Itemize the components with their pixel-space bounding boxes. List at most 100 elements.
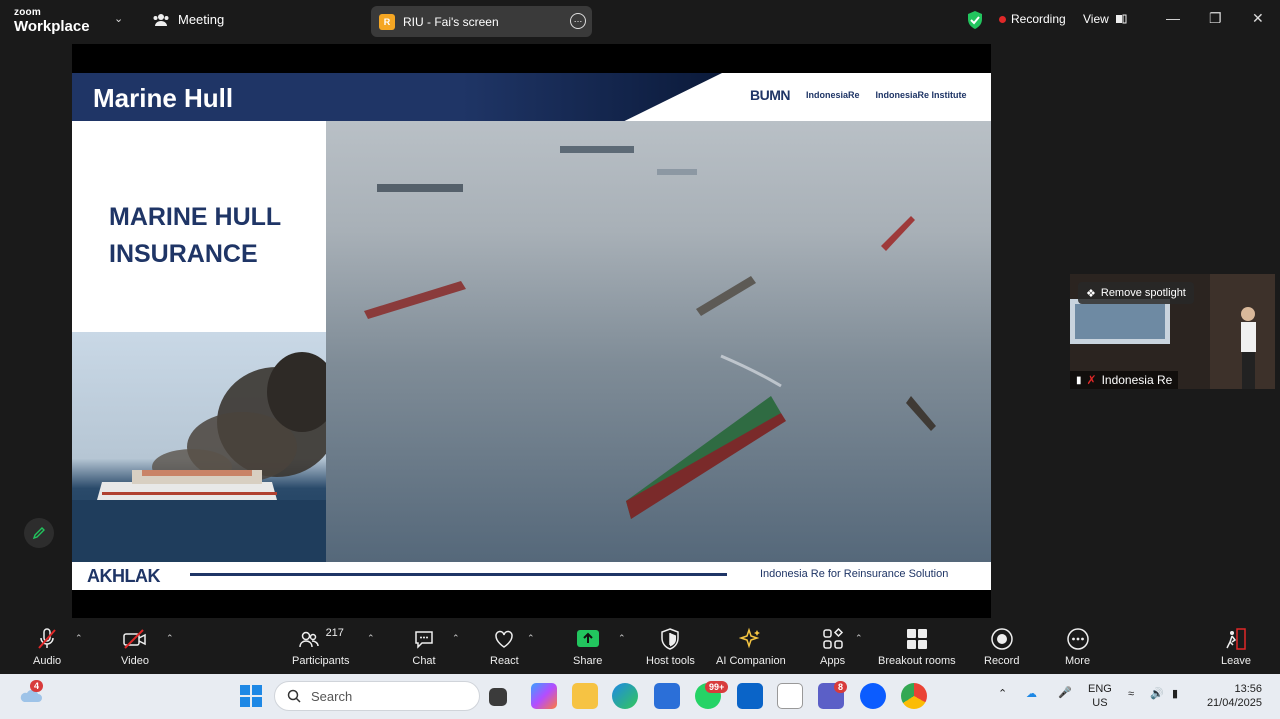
bumn-logo: BUMN <box>750 87 791 103</box>
breakout-rooms-button[interactable]: Breakout rooms <box>878 627 956 667</box>
start-button[interactable] <box>240 685 262 712</box>
zoom-taskbar-icon[interactable] <box>860 683 886 709</box>
shared-slide: Marine Hull BUMN IndonesiaRe IndonesiaRe… <box>72 73 991 590</box>
people-icon <box>153 13 169 26</box>
react-button[interactable]: React <box>490 627 519 667</box>
participants-icon <box>298 631 319 648</box>
slide-header: Marine Hull BUMN IndonesiaRe IndonesiaRe… <box>72 73 991 121</box>
footer-tagline: Indonesia Re for Reinsurance Solution <box>760 568 949 580</box>
clock[interactable]: 13:56 21/04/2025 <box>1202 682 1262 710</box>
elo-app-icon[interactable] <box>777 683 803 709</box>
pin-icon: ❖ <box>1086 287 1096 300</box>
zoom-logo[interactable]: zoom Workplace <box>14 8 90 35</box>
restore-icon[interactable]: ❐ <box>1209 10 1222 27</box>
leave-button[interactable]: Leave <box>1221 627 1251 667</box>
indonesia-re-institute-logo: IndonesiaRe Institute <box>875 90 967 100</box>
burning-ship-photo <box>72 332 326 562</box>
camera-off-icon <box>123 629 146 649</box>
title-bar: zoom Workplace ⌄ Meeting R RIU - Fai's s… <box>0 0 1280 42</box>
participants-button[interactable]: 217 Participants <box>292 627 349 667</box>
spotlight-video[interactable]: ❖ Remove spotlight ▮ ✗ Indonesia Re <box>1070 274 1275 389</box>
file-explorer-icon[interactable] <box>572 683 598 709</box>
share-screen-icon <box>576 630 599 647</box>
task-view-icon[interactable] <box>489 688 507 706</box>
slide-left-panel: MARINE HULL INSURANCE <box>72 121 326 332</box>
footer-divider <box>190 573 727 576</box>
shield-check-icon[interactable] <box>966 10 984 30</box>
store-icon[interactable] <box>654 683 680 709</box>
onedrive-icon[interactable]: ☁ <box>1026 687 1037 701</box>
marine-hull-insurance-heading: MARINE HULL INSURANCE <box>109 203 282 268</box>
wifi-icon[interactable]: ≈ <box>1128 687 1134 701</box>
heart-icon <box>495 630 514 648</box>
ships-illustration <box>364 146 936 519</box>
weather-widget[interactable]: 4 <box>18 680 44 711</box>
more-button[interactable]: More <box>1065 627 1090 667</box>
screen-share-pill[interactable]: R RIU - Fai's screen … <box>371 6 592 37</box>
search-placeholder: Search <box>311 688 353 704</box>
windows-logo-icon <box>240 685 262 707</box>
share-caret-icon[interactable]: ⌃ <box>618 633 626 644</box>
audio-options-caret-icon[interactable]: ⌃ <box>75 633 83 644</box>
view-button[interactable]: View <box>1083 12 1127 26</box>
react-caret-icon[interactable]: ⌃ <box>527 633 535 644</box>
apps-button[interactable]: Apps <box>820 627 845 667</box>
close-icon[interactable]: ✕ <box>1252 10 1264 27</box>
microphone-icon[interactable]: 🎤 <box>1058 686 1072 700</box>
indonesia-re-logo: IndonesiaRe <box>806 90 860 100</box>
show-hidden-icons-icon[interactable]: ⌃ <box>998 687 1007 701</box>
presenter-badge: R <box>379 13 395 30</box>
chevron-down-icon[interactable]: ⌄ <box>114 12 123 25</box>
record-icon <box>990 628 1013 650</box>
partner-logos: BUMN IndonesiaRe IndonesiaRe Institute <box>750 87 967 103</box>
recording-dot-icon <box>999 15 1006 23</box>
minimize-icon[interactable]: — <box>1166 10 1180 26</box>
annotate-button[interactable] <box>24 518 54 548</box>
mic-muted-icon <box>38 628 56 649</box>
search-icon <box>287 689 301 703</box>
video-options-caret-icon[interactable]: ⌃ <box>166 633 174 644</box>
windows-taskbar: 4 Search 99+ 8 ⌃ ☁ 🎤 ENG US ≈ 🔊 ▮ 13:56 … <box>0 674 1280 719</box>
screen-share-label: RIU - Fai's screen <box>403 14 499 29</box>
recording-indicator[interactable]: Recording <box>999 12 1066 26</box>
meeting-toolbar: Audio ⌃ Video ⌃ 217 Participants ⌃ Chat … <box>0 619 1280 674</box>
host-tools-button[interactable]: Host tools <box>646 627 695 667</box>
chat-button[interactable]: Chat <box>412 627 436 667</box>
chat-caret-icon[interactable]: ⌃ <box>452 633 460 644</box>
tankers-aerial-photo <box>326 121 991 562</box>
participant-name-tag: ▮ ✗ Indonesia Re <box>1070 371 1179 389</box>
volume-icon[interactable]: 🔊 <box>1150 687 1164 701</box>
copilot-icon[interactable] <box>531 683 557 709</box>
chrome-icon[interactable] <box>901 683 927 709</box>
video-button[interactable]: Video <box>121 627 149 667</box>
slide-title: Marine Hull <box>93 83 234 113</box>
remove-spotlight-button[interactable]: ❖ Remove spotlight <box>1078 282 1194 304</box>
language-indicator[interactable]: ENG US <box>1088 682 1112 710</box>
view-layout-icon <box>1115 14 1127 24</box>
audio-button[interactable]: Audio <box>33 627 61 667</box>
chat-icon <box>415 631 433 649</box>
more-icon <box>1066 628 1089 650</box>
battery-icon[interactable]: ▮ <box>1172 687 1178 701</box>
muted-mic-icon: ✗ <box>1086 373 1097 387</box>
breakout-grid-icon <box>906 629 927 649</box>
burning-ship-illustration <box>72 352 326 562</box>
more-options-icon[interactable]: … <box>570 13 586 29</box>
outlook-icon[interactable] <box>737 683 763 709</box>
apps-icon <box>822 627 843 649</box>
host-shield-icon <box>661 628 680 650</box>
pencil-icon <box>32 527 45 540</box>
slide-footer: AKHLAK Indonesia Re for Reinsurance Solu… <box>72 562 991 590</box>
participants-caret-icon[interactable]: ⌃ <box>367 633 375 644</box>
edge-icon[interactable] <box>612 683 638 709</box>
akhlak-logo: AKHLAK <box>87 566 161 586</box>
ai-companion-button[interactable]: AI Companion <box>716 627 786 667</box>
share-button[interactable]: Share <box>573 627 602 667</box>
weather-badge: 4 <box>30 680 44 692</box>
record-button[interactable]: Record <box>984 627 1019 667</box>
taskbar-search[interactable]: Search <box>274 681 480 711</box>
apps-caret-icon[interactable]: ⌃ <box>855 633 863 644</box>
sparkle-icon <box>738 627 760 649</box>
meeting-info-button[interactable]: Meeting <box>152 12 224 27</box>
whatsapp-badge: 99+ <box>705 681 729 693</box>
